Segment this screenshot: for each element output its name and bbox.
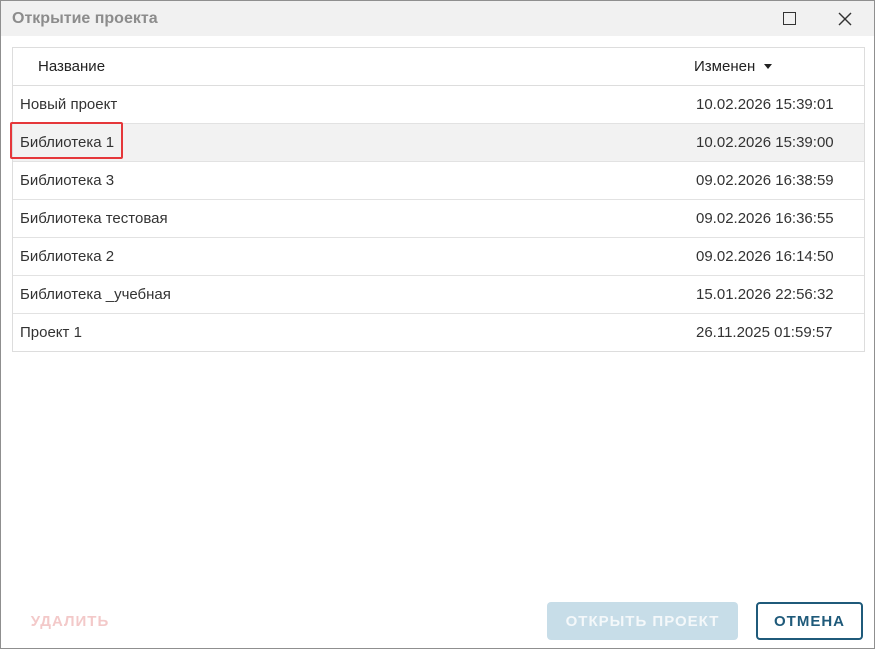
table-row[interactable]: Библиотека 1 10.02.2026 15:39:00: [10, 122, 864, 162]
row-name: Новый проект: [20, 96, 118, 113]
table-row[interactable]: Библиотека 3 09.02.2026 16:38:59: [13, 162, 864, 200]
table-row[interactable]: Библиотека _учебная 15.01.2026 22:56:32: [13, 276, 864, 314]
close-button[interactable]: [817, 1, 873, 36]
cancel-button[interactable]: ОТМЕНА: [756, 602, 863, 640]
table-header: Название Изменен: [13, 48, 864, 86]
row-modified: 10.02.2026 15:39:01: [696, 96, 834, 113]
column-header-modified[interactable]: Изменен: [694, 58, 864, 75]
table-row[interactable]: Проект 1 26.11.2025 01:59:57: [13, 314, 864, 351]
open-project-dialog: Открытие проекта Название Изменен Новый …: [0, 0, 875, 649]
table-row[interactable]: Библиотека 2 09.02.2026 16:14:50: [13, 238, 864, 276]
row-modified: 15.01.2026 22:56:32: [696, 286, 834, 303]
row-name: Библиотека 2: [20, 248, 115, 265]
table-row[interactable]: Библиотека тестовая 09.02.2026 16:36:55: [13, 200, 864, 238]
maximize-icon: [782, 12, 796, 25]
sort-desc-icon: [764, 64, 773, 69]
row-modified: 26.11.2025 01:59:57: [696, 324, 833, 341]
row-modified: 09.02.2026 16:36:55: [696, 210, 834, 227]
table-body: Новый проект 10.02.2026 15:39:01 Библиотек…: [10, 86, 864, 351]
close-icon: [838, 12, 852, 25]
table-row[interactable]: Новый проект 10.02.2026 15:39:01: [13, 86, 864, 124]
column-header-modified-label: Изменен: [694, 58, 756, 75]
dialog-title: Открытие проекта: [12, 9, 158, 27]
maximize-button[interactable]: [761, 1, 817, 36]
row-name: Библиотека _учебная: [20, 286, 171, 303]
row-name: Проект 1: [20, 324, 82, 341]
column-header-name[interactable]: Название: [13, 58, 694, 75]
row-name: Библиотека 3: [20, 172, 115, 189]
row-modified: 10.02.2026 15:39:00: [696, 134, 834, 151]
row-name: Библиотека тестовая: [20, 210, 168, 227]
delete-button[interactable]: УДАЛИТЬ: [15, 602, 125, 640]
open-project-button[interactable]: ОТКРЫТЬ ПРОЕКТ: [547, 602, 738, 640]
row-modified: 09.02.2026 16:14:50: [696, 248, 834, 265]
title-bar: Открытие проекта: [1, 1, 874, 36]
projects-table: Название Изменен Новый проект 10.02.2026 …: [10, 47, 865, 352]
row-modified: 09.02.2026 16:38:59: [696, 172, 834, 189]
row-name: Библиотека 1: [20, 134, 115, 151]
